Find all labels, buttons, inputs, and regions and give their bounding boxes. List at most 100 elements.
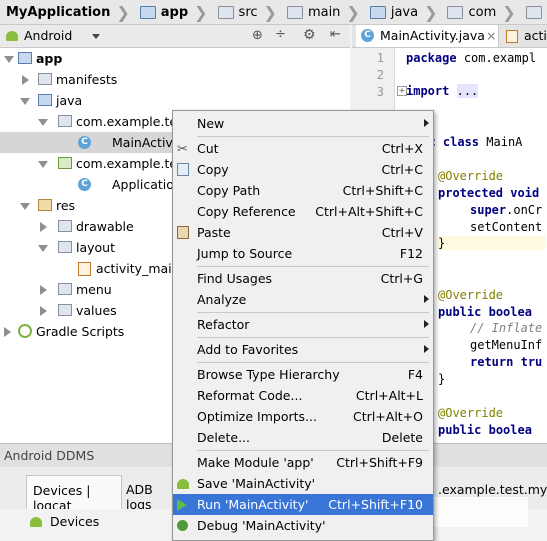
- tab-other[interactable]: acti: [502, 25, 547, 47]
- menu-item-delete[interactable]: Delete...Delete: [173, 427, 433, 448]
- menu-item-paste[interactable]: PasteCtrl+V: [173, 222, 433, 243]
- tree-label: menu: [76, 279, 112, 300]
- gear-icon[interactable]: ⚙: [303, 27, 316, 43]
- tab-label: ADB logs: [126, 482, 172, 512]
- folder-icon: [447, 6, 463, 19]
- logcat-filter-text: .example.test.myap: [438, 482, 547, 497]
- folder-icon: [58, 241, 72, 253]
- run-icon: [177, 499, 187, 511]
- code-line: }: [438, 372, 445, 386]
- menu-item-new[interactable]: New: [173, 113, 433, 134]
- menu-item-browse-type-hierarchy[interactable]: Browse Type HierarchyF4: [173, 364, 433, 385]
- tree-label: com.example.tes: [76, 111, 184, 132]
- editor-tabs: C MainActivity.java × acti: [352, 25, 547, 48]
- ddms-title: Android DDMS: [4, 448, 94, 463]
- menu-item-analyze[interactable]: Analyze: [173, 289, 433, 310]
- collapse-arrow-icon: [40, 285, 47, 295]
- expand-arrow-icon: [38, 245, 48, 252]
- menu-item-debug[interactable]: Debug 'MainActivity': [173, 515, 433, 536]
- close-icon[interactable]: ×: [486, 28, 496, 43]
- menu-item-save-config[interactable]: Save 'MainActivity': [173, 473, 433, 494]
- android-icon: [6, 31, 18, 41]
- line-number: 3: [377, 85, 384, 99]
- expand-arrow-icon: [38, 119, 48, 126]
- folder-icon: [526, 6, 542, 19]
- folder-icon: [218, 6, 234, 19]
- android-save-icon: [177, 479, 189, 489]
- menu-item-reformat-code[interactable]: Reformat Code...Ctrl+Alt+L: [173, 385, 433, 406]
- breadcrumb-item-main[interactable]: main❯: [281, 0, 364, 24]
- xml-file-icon: [78, 262, 91, 276]
- tree-label: app: [36, 48, 62, 69]
- menu-item-find-usages[interactable]: Find UsagesCtrl+G: [173, 268, 433, 289]
- collapse-arrow-icon: [22, 75, 29, 85]
- tab-adb-logs[interactable]: ADB logs: [122, 475, 172, 509]
- package-icon: [58, 115, 72, 127]
- menu-item-optimize-imports[interactable]: Optimize Imports...Ctrl+Alt+O: [173, 406, 433, 427]
- breadcrumb-item-src[interactable]: src❯: [212, 0, 281, 24]
- menu-item-copy[interactable]: CopyCtrl+C: [173, 159, 433, 180]
- collapse-icon[interactable]: ÷: [275, 27, 286, 42]
- tab-devices-logcat[interactable]: Devices | logcat: [26, 475, 122, 510]
- code-line: super.onCr: [470, 203, 542, 217]
- test-class-icon: C: [78, 178, 91, 191]
- tree-label: drawable: [76, 216, 134, 237]
- menu-item-cut[interactable]: ✂CutCtrl+X: [173, 138, 433, 159]
- expand-arrow-icon: [38, 161, 48, 168]
- breadcrumb-item-module[interactable]: app❯: [134, 0, 212, 24]
- menu-item-jump-to-source[interactable]: Jump to SourceF12: [173, 243, 433, 264]
- debug-icon: [177, 520, 188, 531]
- tree-label: layout: [76, 237, 115, 258]
- collapse-arrow-icon: [4, 327, 11, 337]
- folder-icon: [58, 220, 72, 232]
- breadcrumb-item-project[interactable]: MyApplication❯: [0, 0, 134, 24]
- tab-main-activity[interactable]: C MainActivity.java ×: [356, 25, 499, 47]
- code-line: public boolea: [438, 423, 532, 437]
- menu-item-add-to-favorites[interactable]: Add to Favorites: [173, 339, 433, 360]
- class-icon: C: [78, 136, 91, 149]
- line-number: 2: [377, 68, 384, 82]
- menu-item-copy-reference[interactable]: Copy ReferenceCtrl+Alt+Shift+C: [173, 201, 433, 222]
- project-toolbar: Android ⊕ ÷ ⚙ ⇤: [0, 25, 350, 48]
- test-package-icon: [58, 157, 72, 169]
- collapse-arrow-icon: [40, 222, 47, 232]
- submenu-arrow-icon: [424, 295, 429, 303]
- scissors-icon: ✂: [177, 139, 191, 153]
- tab-label: MainActivity.java: [380, 28, 485, 43]
- menu-separator: [197, 266, 429, 267]
- tree-item-app[interactable]: app: [0, 48, 350, 69]
- tab-label: acti: [524, 28, 547, 43]
- breadcrumb-label: com: [468, 5, 496, 20]
- code-line: protected void: [438, 186, 539, 200]
- code-line: package com.exampl: [406, 51, 536, 65]
- res-folder-icon: [38, 199, 52, 211]
- hide-icon[interactable]: ⇤: [330, 27, 341, 42]
- breadcrumb-item-example[interactable]: example❯: [520, 0, 547, 24]
- copy-icon: [177, 163, 189, 176]
- code-line: import ...: [406, 84, 478, 98]
- view-selector-label: Android: [24, 28, 72, 43]
- breadcrumb-label: MyApplication: [6, 5, 110, 20]
- devices-label: Devices: [50, 514, 99, 529]
- tree-item-java[interactable]: java: [0, 90, 350, 111]
- code-line: setContent: [470, 220, 542, 234]
- tree-item-manifests[interactable]: manifests: [0, 69, 350, 90]
- line-number: 1: [377, 51, 384, 65]
- menu-item-copy-path[interactable]: Copy PathCtrl+Shift+C: [173, 180, 433, 201]
- folder-icon: [287, 6, 303, 19]
- tree-label: Gradle Scripts: [36, 321, 124, 342]
- menu-item-make-module[interactable]: Make Module 'app'Ctrl+Shift+F9: [173, 452, 433, 473]
- folder-icon: [38, 73, 52, 85]
- breadcrumb-item-com[interactable]: com❯: [441, 0, 519, 24]
- code-line: getMenuInf: [470, 338, 542, 352]
- view-selector[interactable]: Android: [4, 27, 102, 45]
- paste-icon: [177, 226, 189, 239]
- expand-arrow-icon: [4, 56, 14, 63]
- breadcrumb-item-java[interactable]: java❯: [364, 0, 442, 24]
- submenu-arrow-icon: [424, 320, 429, 328]
- menu-item-run[interactable]: Run 'MainActivity'Ctrl+Shift+F10: [173, 494, 433, 515]
- class-icon: C: [361, 29, 374, 42]
- menu-item-refactor[interactable]: Refactor: [173, 314, 433, 335]
- expand-arrow-icon: [20, 203, 30, 210]
- sync-icon[interactable]: ⊕: [252, 28, 263, 43]
